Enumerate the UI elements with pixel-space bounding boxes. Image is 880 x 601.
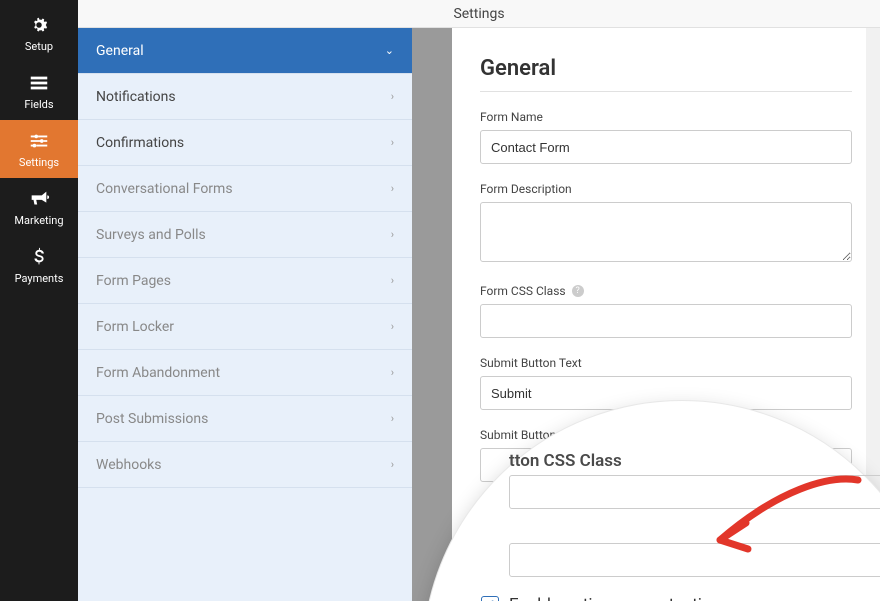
settings-nav-notifications[interactable]: Notifications › bbox=[78, 74, 412, 120]
settings-nav-label: Form Abandonment bbox=[96, 365, 220, 381]
chevron-right-icon: › bbox=[391, 320, 394, 333]
rail-item-settings[interactable]: Settings bbox=[0, 120, 78, 178]
settings-nav-label: Notifications bbox=[96, 89, 176, 105]
rail-item-marketing[interactable]: Marketing bbox=[0, 178, 78, 236]
list-icon bbox=[28, 72, 50, 94]
settings-nav-label: Confirmations bbox=[96, 135, 184, 151]
dollar-icon bbox=[28, 246, 50, 268]
left-rail: Setup Fields Settings Marketing Payments bbox=[0, 0, 78, 601]
settings-panel: General Form Name Form Description Form … bbox=[452, 28, 880, 601]
form-name-input[interactable] bbox=[480, 130, 852, 164]
form-css-class-label: Form CSS Class ? bbox=[480, 284, 852, 298]
gear-icon bbox=[28, 14, 50, 36]
submit-text-input[interactable] bbox=[480, 376, 852, 410]
rail-label-setup: Setup bbox=[25, 40, 53, 53]
form-description-input[interactable] bbox=[480, 202, 852, 262]
form-description-label: Form Description bbox=[480, 182, 852, 196]
page-title: Settings bbox=[453, 6, 504, 22]
help-icon[interactable]: ? bbox=[650, 429, 662, 441]
help-icon[interactable]: ? bbox=[572, 285, 584, 297]
form-name-label: Form Name bbox=[480, 110, 852, 124]
settings-sidebar: General ⌄ Notifications › Confirmations … bbox=[78, 28, 412, 601]
settings-nav-label: Webhooks bbox=[96, 457, 162, 473]
submit-processing-label: Submit Button Processing Text ? bbox=[480, 428, 852, 442]
rail-item-payments[interactable]: Payments bbox=[0, 236, 78, 294]
settings-nav-webhooks[interactable]: Webhooks › bbox=[78, 442, 412, 488]
submit-text-label: Submit Button Text bbox=[480, 356, 852, 370]
settings-nav-surveys[interactable]: Surveys and Polls › bbox=[78, 212, 412, 258]
settings-nav-abandonment[interactable]: Form Abandonment › bbox=[78, 350, 412, 396]
settings-nav-label: Post Submissions bbox=[96, 411, 208, 427]
settings-nav-conversational[interactable]: Conversational Forms › bbox=[78, 166, 412, 212]
chevron-right-icon: › bbox=[391, 366, 394, 379]
form-css-class-input[interactable] bbox=[480, 304, 852, 338]
chevron-right-icon: › bbox=[391, 274, 394, 287]
settings-nav-formlocker[interactable]: Form Locker › bbox=[78, 304, 412, 350]
rail-item-setup[interactable]: Setup bbox=[0, 4, 78, 62]
rail-label-payments: Payments bbox=[15, 272, 64, 285]
rail-label-fields: Fields bbox=[24, 98, 53, 111]
sliders-icon bbox=[28, 130, 50, 152]
rail-label-settings: Settings bbox=[19, 156, 59, 169]
settings-nav-label: General bbox=[96, 43, 144, 59]
settings-nav-confirmations[interactable]: Confirmations › bbox=[78, 120, 412, 166]
settings-nav-postsubmissions[interactable]: Post Submissions › bbox=[78, 396, 412, 442]
settings-nav-label: Surveys and Polls bbox=[96, 227, 206, 243]
chevron-right-icon: › bbox=[391, 90, 394, 103]
submit-processing-input[interactable] bbox=[480, 448, 852, 482]
right-edge-strip bbox=[866, 28, 880, 601]
bullhorn-icon bbox=[28, 188, 50, 210]
rail-label-marketing: Marketing bbox=[14, 214, 63, 227]
settings-nav-label: Form Pages bbox=[96, 273, 171, 289]
chevron-right-icon: › bbox=[391, 412, 394, 425]
settings-nav-label: Form Locker bbox=[96, 319, 174, 335]
rail-item-fields[interactable]: Fields bbox=[0, 62, 78, 120]
panel-divider bbox=[480, 91, 852, 92]
page-header: Settings bbox=[78, 0, 880, 28]
panel-heading: General bbox=[480, 56, 852, 81]
settings-nav-label: Conversational Forms bbox=[96, 181, 233, 197]
chevron-down-icon: ⌄ bbox=[385, 44, 394, 57]
settings-nav-formpages[interactable]: Form Pages › bbox=[78, 258, 412, 304]
content-gutter bbox=[412, 28, 452, 601]
chevron-right-icon: › bbox=[391, 136, 394, 149]
chevron-right-icon: › bbox=[391, 182, 394, 195]
chevron-right-icon: › bbox=[391, 228, 394, 241]
chevron-right-icon: › bbox=[391, 458, 394, 471]
settings-nav-general[interactable]: General ⌄ bbox=[78, 28, 412, 74]
